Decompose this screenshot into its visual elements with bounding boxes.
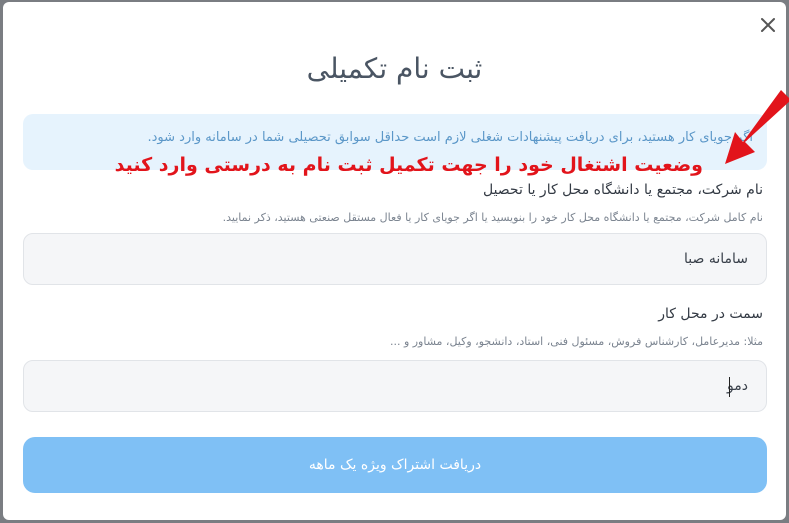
position-field-label: سمت در محل کار: [658, 306, 763, 322]
annotation-text: وضعیت اشتغال خود را جهت تکمیل ثبت نام به…: [114, 154, 703, 176]
position-field-hint: مثلا: مدیرعامل، کارشناس فروش، مسئول فنی،…: [389, 335, 763, 348]
company-field-label: نام شرکت، مجتمع یا دانشگاه محل کار یا تح…: [482, 182, 763, 198]
red-arrow-icon: [725, 90, 789, 164]
close-button[interactable]: [755, 12, 781, 38]
registration-modal: ثبت نام تکمیلی اگر جویای کار هستید، برای…: [3, 2, 789, 520]
position-input[interactable]: [23, 360, 767, 412]
modal-title: ثبت نام تکمیلی: [306, 52, 483, 85]
close-icon: [761, 18, 775, 32]
company-input[interactable]: [23, 233, 767, 285]
subscribe-button[interactable]: دریافت اشتراک ویژه یک ماهه: [23, 437, 767, 493]
company-field-hint: نام کامل شرکت، مجتمع یا دانشگاه محل کار …: [222, 211, 763, 224]
text-cursor: [729, 377, 730, 397]
